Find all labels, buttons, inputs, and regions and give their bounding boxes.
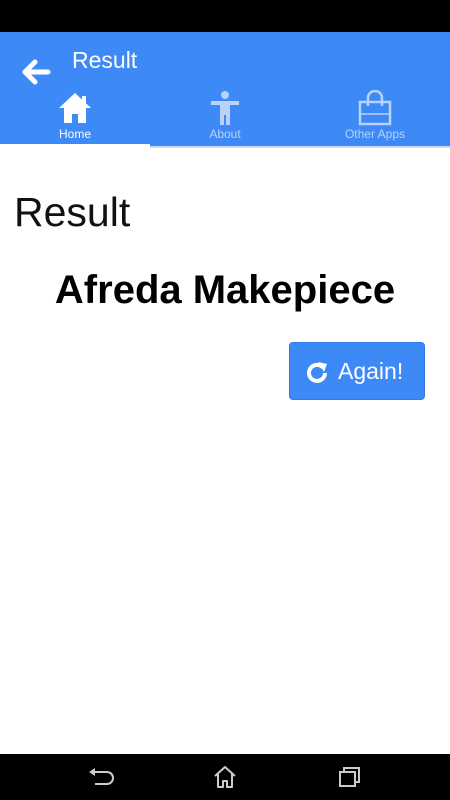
- status-bar: [0, 0, 450, 32]
- back-nav-icon[interactable]: [86, 762, 116, 792]
- active-tab-indicator: [0, 144, 150, 148]
- tab-divider: [150, 146, 450, 148]
- tab-home[interactable]: Home: [0, 88, 150, 148]
- recents-nav-icon[interactable]: [334, 762, 364, 792]
- refresh-icon: [304, 360, 330, 386]
- person-icon: [206, 90, 244, 126]
- tab-other-apps-label: Other Apps: [344, 127, 406, 141]
- tab-about-label: About: [209, 127, 241, 141]
- arrow-left-icon: [16, 52, 56, 92]
- tab-other-apps[interactable]: Other Apps: [300, 88, 450, 148]
- system-nav-bar: [0, 754, 450, 800]
- result-name: Afreda Makepiece: [54, 268, 396, 312]
- back-button[interactable]: [16, 52, 56, 92]
- home-nav-icon[interactable]: [210, 762, 240, 792]
- result-heading: Result: [14, 189, 131, 235]
- app-title: Result: [72, 47, 138, 73]
- tab-bar: Home About Other Apps: [0, 88, 450, 148]
- tab-about[interactable]: About: [150, 88, 300, 148]
- shopping-bag-icon: [356, 90, 394, 126]
- app-bar: Result Home About Other Apps: [0, 32, 450, 148]
- again-button[interactable]: Again!: [289, 342, 425, 400]
- tab-home-label: Home: [58, 127, 91, 141]
- home-icon: [56, 90, 94, 126]
- again-button-label: Again!: [338, 358, 404, 384]
